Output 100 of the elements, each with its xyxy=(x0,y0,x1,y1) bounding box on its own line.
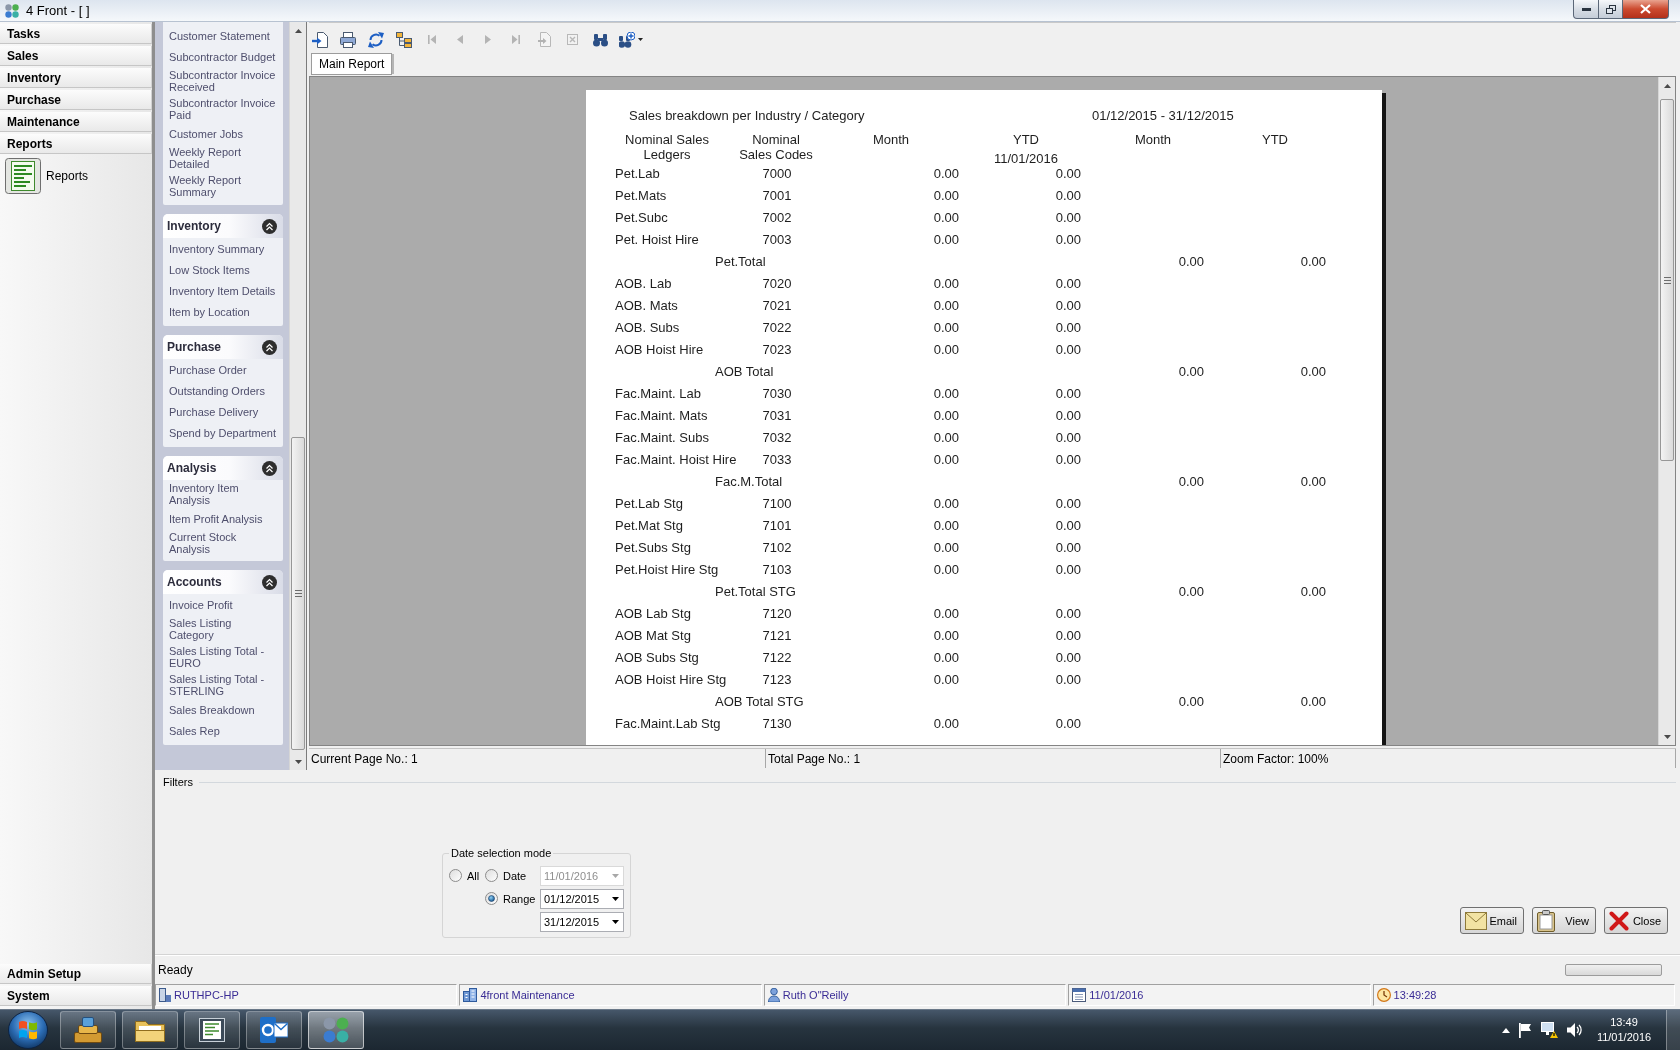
minimize-button[interactable] xyxy=(1573,0,1599,19)
taskbar-button[interactable] xyxy=(246,1011,302,1049)
radio-button[interactable] xyxy=(449,869,462,882)
report-link[interactable]: Item Profit Analysis xyxy=(163,508,283,529)
dots-logo-icon xyxy=(323,1017,349,1043)
start-orb-icon[interactable] xyxy=(8,1011,48,1049)
show-desktop-button[interactable] xyxy=(1666,1010,1680,1050)
group-title: Accounts xyxy=(167,575,222,589)
building-icon xyxy=(463,988,478,1002)
nav-section-header[interactable]: System xyxy=(0,986,152,1006)
report-link[interactable]: Sales Listing Total - STERLING xyxy=(163,671,283,699)
clock-date: 11/01/2016 xyxy=(1596,1030,1652,1045)
report-link[interactable]: Subcontractor Invoice Received xyxy=(163,67,283,95)
report-link[interactable]: Customer Jobs xyxy=(163,123,283,144)
account-code: 7031 xyxy=(762,408,792,424)
account-code: 7020 xyxy=(762,276,792,292)
radio-button[interactable] xyxy=(485,892,498,905)
amount: 0.00 xyxy=(933,298,959,314)
close-icon xyxy=(1609,910,1629,931)
account-code: 7122 xyxy=(762,650,792,666)
report-link[interactable]: Inventory Item Analysis xyxy=(163,480,283,508)
report-link[interactable]: Weekly Report Summary xyxy=(163,172,283,200)
report-link[interactable]: Item by Location xyxy=(163,301,283,322)
amount: 0.00 xyxy=(933,320,959,336)
collapse-icon[interactable] xyxy=(262,339,277,355)
email-button[interactable]: Email xyxy=(1460,907,1524,934)
date-field[interactable]: 01/12/2015 xyxy=(540,888,624,909)
amount: 0.00 xyxy=(933,188,959,204)
collapse-icon[interactable] xyxy=(262,574,277,590)
scroll-up-icon[interactable] xyxy=(1663,83,1671,88)
taskbar-button[interactable] xyxy=(122,1011,178,1049)
radio-button[interactable] xyxy=(485,869,498,882)
taskbar-button[interactable] xyxy=(60,1011,116,1049)
amount: 0.00 xyxy=(933,540,959,556)
nav-section-header[interactable]: Tasks xyxy=(0,24,152,44)
collapse-icon[interactable] xyxy=(262,218,277,234)
scrollbar-thumb[interactable] xyxy=(1660,99,1674,461)
amount: 0.00 xyxy=(933,408,959,424)
report-link[interactable]: Inventory Item Details xyxy=(163,280,283,301)
close-button[interactable]: Close xyxy=(1604,907,1668,934)
amount: 0.00 xyxy=(1055,232,1081,248)
report-link[interactable]: Low Stock Items xyxy=(163,259,283,280)
amount: 0.00 xyxy=(933,210,959,226)
up-arrow-icon[interactable] xyxy=(1502,1027,1510,1033)
restore-button[interactable] xyxy=(1598,0,1623,19)
report-link[interactable]: Customer Statement xyxy=(163,25,283,46)
report-link[interactable]: Subcontractor Invoice Paid xyxy=(163,95,283,123)
scroll-down-icon[interactable] xyxy=(294,759,302,764)
date-field: 11/01/2016 xyxy=(540,865,624,886)
report-link[interactable]: Subcontractor Budget xyxy=(163,46,283,67)
nav-section-header[interactable]: Maintenance xyxy=(0,112,152,132)
dropdown-arrow-icon[interactable] xyxy=(612,896,619,901)
report-link[interactable]: Outstanding Orders xyxy=(163,380,283,401)
flag-icon[interactable] xyxy=(1519,1022,1532,1038)
account-code: 7120 xyxy=(762,606,792,622)
total-label: Fac.M.Total xyxy=(715,474,783,490)
folder-icon xyxy=(135,1018,165,1042)
amount: 0.00 xyxy=(933,232,959,248)
report-link[interactable]: Purchase Order xyxy=(163,359,283,380)
previous-icon xyxy=(457,35,463,44)
tab[interactable]: Main Report xyxy=(311,53,393,75)
grip-icon xyxy=(294,590,302,597)
report-link[interactable]: Invoice Profit xyxy=(163,594,283,615)
report-sheet-icon xyxy=(5,158,41,194)
report-link[interactable]: Purchase Delivery xyxy=(163,401,283,422)
report-link[interactable]: Weekly Report Detailed xyxy=(163,144,283,172)
amount: 0.00 xyxy=(1055,496,1081,512)
report-link[interactable]: Sales Rep xyxy=(163,720,283,741)
report-link[interactable]: Sales Breakdown xyxy=(163,699,283,720)
report-link[interactable]: Sales Listing Total - EURO xyxy=(163,643,283,671)
group-title: Date selection mode xyxy=(450,846,553,860)
nav-section-header[interactable]: Purchase xyxy=(0,90,152,110)
taskbar-button[interactable] xyxy=(184,1011,240,1049)
amount: 0.00 xyxy=(1055,540,1081,556)
amount: 0.00 xyxy=(933,276,959,292)
date-field[interactable]: 31/12/2015 xyxy=(540,911,624,932)
scrollbar-thumb[interactable] xyxy=(291,437,305,750)
network-icon[interactable] xyxy=(1541,1022,1558,1038)
report-link[interactable]: Sales Listing Category xyxy=(163,615,283,643)
scroll-up-icon[interactable] xyxy=(294,28,302,33)
report-link[interactable]: Spend by Department xyxy=(163,422,283,443)
close-button[interactable] xyxy=(1622,0,1669,19)
account-code: 7003 xyxy=(762,232,792,248)
binoculars-plus-icon xyxy=(619,31,635,48)
dropdown-arrow-icon[interactable] xyxy=(612,919,619,924)
scroll-down-icon[interactable] xyxy=(1663,734,1671,739)
report-link[interactable]: Current Stock Analysis xyxy=(163,529,283,557)
nav-section-header[interactable]: Admin Setup xyxy=(0,964,152,984)
nav-section-header[interactable]: Inventory xyxy=(0,68,152,88)
nav-item[interactable]: Reports xyxy=(0,156,89,194)
nav-section-header[interactable]: Sales xyxy=(0,46,152,66)
report-link[interactable]: Inventory Summary xyxy=(163,238,283,259)
view-button[interactable]: View xyxy=(1532,907,1596,934)
total-amount: 0.00 xyxy=(1178,584,1204,600)
ledger-name: Pet.Mat Stg xyxy=(615,518,683,534)
collapse-icon[interactable] xyxy=(262,460,277,476)
nav-section-header[interactable]: Reports xyxy=(0,134,152,154)
amount: 0.00 xyxy=(1055,210,1081,226)
speaker-icon[interactable] xyxy=(1567,1023,1582,1037)
account-code: 7121 xyxy=(762,628,792,644)
